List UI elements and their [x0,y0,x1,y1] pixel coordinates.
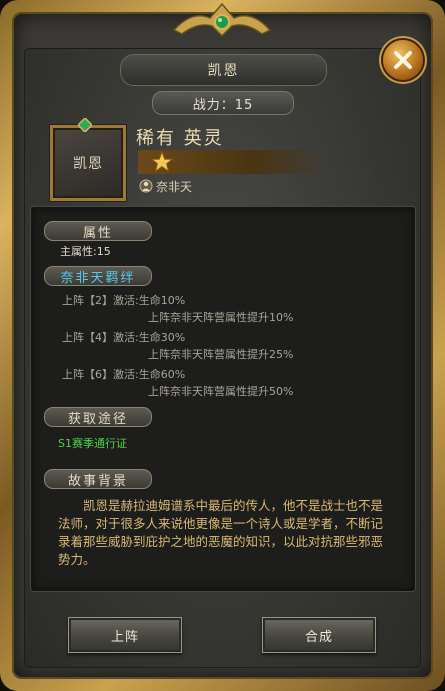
hero-avatar: 凯恩 [50,125,126,201]
source-value: S1赛季通行证 [58,437,127,450]
bond-condition: 上阵【4】激活:生命30% [62,331,186,344]
gem-icon [78,118,92,132]
window-title: 凯恩 [120,54,327,86]
combat-power: 战力：15 [152,91,294,115]
star-icon [151,151,173,173]
section-bond-title: 奈非天羁绊 [44,266,152,286]
section-story-title: 故事背景 [44,469,152,489]
hero-rarity: 稀有 英灵 [136,128,224,149]
compose-button[interactable]: 合成 [262,617,376,653]
bond-effect: 上阵奈非天阵营属性提升10% [148,311,294,324]
faction-name: 奈非天 [156,180,193,194]
faction-icon [139,179,153,193]
bond-effect: 上阵奈非天阵营属性提升25% [148,348,294,361]
close-icon [394,51,412,69]
deploy-button[interactable]: 上阵 [68,617,182,653]
section-attributes-title: 属性 [44,221,152,241]
close-button[interactable] [383,40,423,80]
bond-condition: 上阵【2】激活:生命10% [62,294,186,307]
story-text: 凯恩是赫拉迪姆谱系中最后的传人，他不是战士也不是法师，对于很多人来说他更像是一个… [58,498,384,567]
bond-effect: 上阵奈非天阵营属性提升50% [148,385,294,398]
crest-ornament-icon [172,2,272,38]
section-source-title: 获取途径 [44,407,152,427]
bond-condition: 上阵【6】激活:生命60% [62,368,186,381]
main-attribute: 主属性:15 [60,245,111,258]
